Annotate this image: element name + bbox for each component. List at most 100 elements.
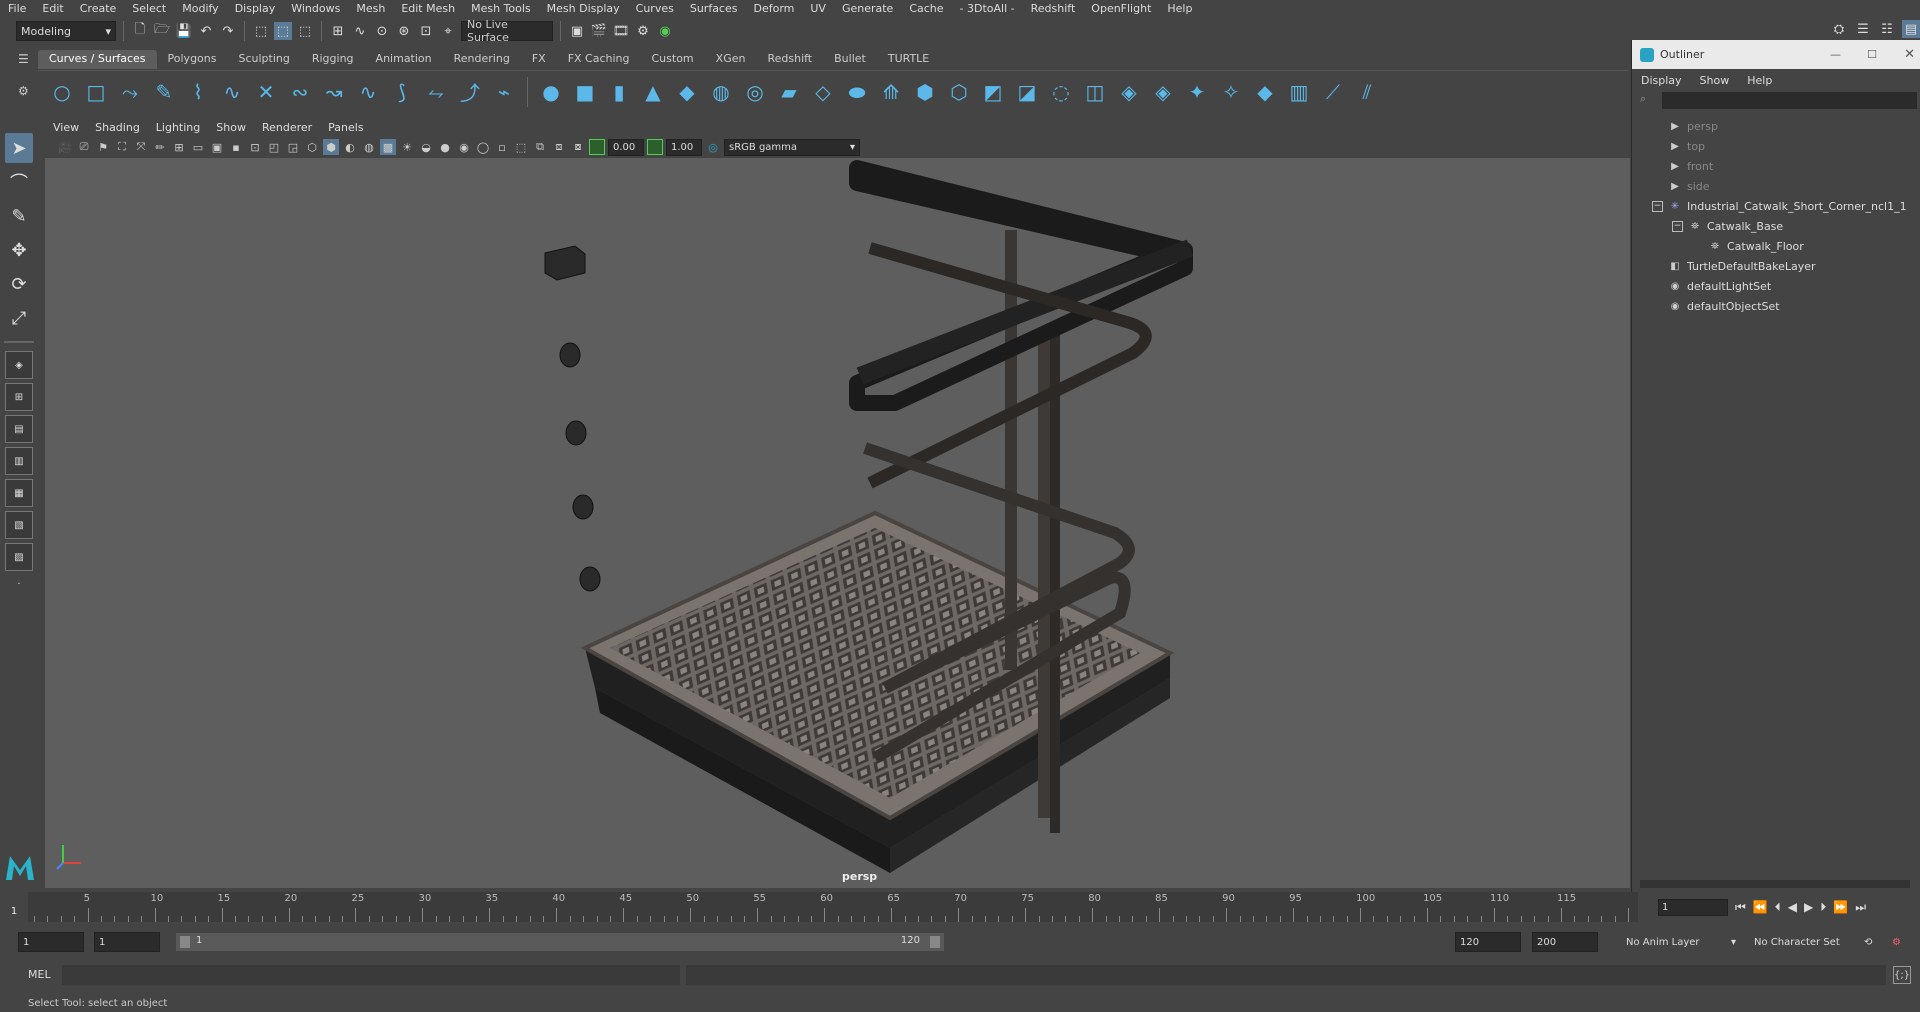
isolate-select-icon[interactable]: ⬚: [513, 139, 529, 155]
panel-menu-item[interactable]: Renderer: [254, 121, 320, 134]
menu-item[interactable]: Curves: [628, 2, 682, 15]
outliner-layout-icon[interactable]: ▨: [5, 543, 33, 571]
nurbs-square-icon[interactable]: □: [82, 78, 110, 106]
menu-item[interactable]: Edit Mesh: [393, 2, 463, 15]
snap-projected-center-icon[interactable]: ⊛: [395, 22, 413, 40]
field-chart-icon[interactable]: ⊡: [247, 139, 263, 155]
insert-knot-icon[interactable]: ∿: [354, 78, 382, 106]
insert-isoparms-icon[interactable]: ✧: [1217, 78, 1245, 106]
playback-end-field[interactable]: 120: [1455, 932, 1521, 952]
menu-item[interactable]: Generate: [834, 2, 901, 15]
nurbs-cube-icon[interactable]: ■: [571, 78, 599, 106]
select-object-icon[interactable]: ⬚: [274, 22, 292, 40]
rotate-tool-icon[interactable]: ⟳: [5, 269, 33, 299]
square-surface-icon[interactable]: ◩: [979, 78, 1007, 106]
nurbs-plane-icon[interactable]: ◆: [673, 78, 701, 106]
snap-curve-icon[interactable]: ∿: [351, 22, 369, 40]
outliner-item[interactable]: ◧ TurtleDefaultBakeLayer: [1632, 256, 1920, 276]
exposure-field[interactable]: 0.00: [608, 138, 644, 156]
undo-icon[interactable]: ↶: [197, 22, 215, 40]
loft-icon[interactable]: ▰: [775, 78, 803, 106]
menu-item[interactable]: Redshift: [1023, 2, 1084, 15]
extend-surface-icon[interactable]: ◆: [1251, 78, 1279, 106]
bevel-plus-icon[interactable]: ⬢: [911, 78, 939, 106]
expand-toolbox-icon[interactable]: ·: [5, 575, 33, 593]
screen-space-ao-icon[interactable]: ●: [437, 139, 453, 155]
new-scene-icon[interactable]: 🗋: [131, 22, 149, 40]
safe-action-icon[interactable]: ◰: [266, 139, 282, 155]
live-surface-field[interactable]: No Live Surface: [461, 18, 553, 44]
default-material-icon[interactable]: ◐: [342, 139, 358, 155]
smooth-shade-icon[interactable]: ⬢: [323, 139, 339, 155]
close-icon[interactable]: ✕: [1904, 47, 1915, 62]
nurbs-torus-icon[interactable]: ◍: [707, 78, 735, 106]
detach-surfaces-icon[interactable]: ◈: [1149, 78, 1177, 106]
shelf-menu-icon[interactable]: ☰: [18, 52, 36, 66]
panel-menu-item[interactable]: Shading: [87, 121, 148, 134]
save-scene-icon[interactable]: 💾: [175, 22, 193, 40]
project-curve-icon[interactable]: ◪: [1013, 78, 1041, 106]
outliner-search-input[interactable]: [1662, 92, 1917, 109]
hypershade-icon[interactable]: ◉: [656, 22, 674, 40]
pencil-curve-icon[interactable]: ∿: [218, 78, 246, 106]
nurbs-cone-icon[interactable]: ▲: [639, 78, 667, 106]
shelf-tab[interactable]: Animation: [365, 50, 443, 69]
snap-grid-icon[interactable]: ⊞: [329, 22, 347, 40]
outliner-item[interactable]: ▶ persp: [1632, 116, 1920, 136]
attach-curves-icon[interactable]: ∾: [286, 78, 314, 106]
command-language-label[interactable]: MEL: [28, 968, 51, 981]
film-gate-icon[interactable]: ▭: [190, 139, 206, 155]
paint-select-tool-icon[interactable]: ✎: [5, 201, 33, 231]
redo-icon[interactable]: ↷: [219, 22, 237, 40]
shelf-settings-icon[interactable]: ⚙: [18, 84, 36, 98]
safe-title-icon[interactable]: ◲: [285, 139, 301, 155]
surface-editing-icon[interactable]: ⫽: [1353, 78, 1381, 106]
range-start-handle[interactable]: [180, 936, 190, 948]
image-plane-icon[interactable]: ⛶: [114, 139, 130, 155]
add-points-icon[interactable]: ⌁: [490, 78, 518, 106]
menu-item[interactable]: Edit: [34, 2, 71, 15]
bookmark-icon[interactable]: ⚑: [95, 139, 111, 155]
auto-key-icon[interactable]: ⟲: [1860, 932, 1880, 952]
menu-item[interactable]: File: [0, 2, 34, 15]
shelf-tab[interactable]: Redshift: [756, 50, 823, 69]
panel-menu-item[interactable]: View: [45, 121, 87, 134]
select-hierarchy-icon[interactable]: ⬚: [252, 22, 270, 40]
sculpt-geometry-icon[interactable]: ⟋: [1319, 78, 1347, 106]
hypershade-layout-icon[interactable]: ▦: [5, 479, 33, 507]
range-slider[interactable]: 1 120: [176, 933, 944, 951]
gamma-toggle-icon[interactable]: [647, 139, 663, 155]
render-view-icon[interactable]: ▣: [568, 22, 586, 40]
shelf-tab[interactable]: Bullet: [823, 50, 877, 69]
menu-item[interactable]: UV: [802, 2, 834, 15]
menu-item[interactable]: Cache: [901, 2, 951, 15]
rebuild-surface-icon[interactable]: ▥: [1285, 78, 1313, 106]
perspective-viewport[interactable]: [45, 158, 1630, 888]
grid-toggle-icon[interactable]: ⊞: [171, 139, 187, 155]
shelf-tab[interactable]: Custom: [641, 50, 705, 69]
detach-curves-icon[interactable]: ↝: [320, 78, 348, 106]
menu-item[interactable]: Deform: [745, 2, 802, 15]
render-current-icon[interactable]: 🎬: [590, 22, 608, 40]
outliner-item[interactable]: − ⛯ Catwalk_Base: [1632, 216, 1920, 236]
workspace-dropdown[interactable]: Modeling ▾: [16, 21, 116, 41]
arc-curve-icon[interactable]: ✕: [252, 78, 280, 106]
untrim-icon[interactable]: ◫: [1081, 78, 1109, 106]
menu-item[interactable]: Create: [72, 2, 125, 15]
select-camera-icon[interactable]: 🎥: [57, 139, 73, 155]
animation-preferences-icon[interactable]: ⚙: [1888, 932, 1908, 952]
shadows-icon[interactable]: ◒: [418, 139, 434, 155]
character-set-dropdown[interactable]: No Character Set: [1750, 932, 1870, 952]
snap-point-icon[interactable]: ⊙: [373, 22, 391, 40]
grease-pencil-icon[interactable]: ✏: [152, 139, 168, 155]
color-management-icon[interactable]: ◎: [705, 139, 721, 155]
outliner-item[interactable]: ◉ defaultObjectSet: [1632, 296, 1920, 316]
range-end-handle[interactable]: [930, 936, 940, 948]
wireframe-icon[interactable]: ⬡: [304, 139, 320, 155]
scale-tool-icon[interactable]: ⤢: [5, 303, 33, 333]
offset-curve-icon[interactable]: ⥊: [422, 78, 450, 106]
shelf-tab[interactable]: Rigging: [301, 50, 365, 69]
script-editor-icon[interactable]: {;}: [1893, 966, 1911, 984]
persp-graph-layout-icon[interactable]: ▥: [5, 447, 33, 475]
step-forward-frame-icon[interactable]: ⏵: [1820, 900, 1826, 915]
